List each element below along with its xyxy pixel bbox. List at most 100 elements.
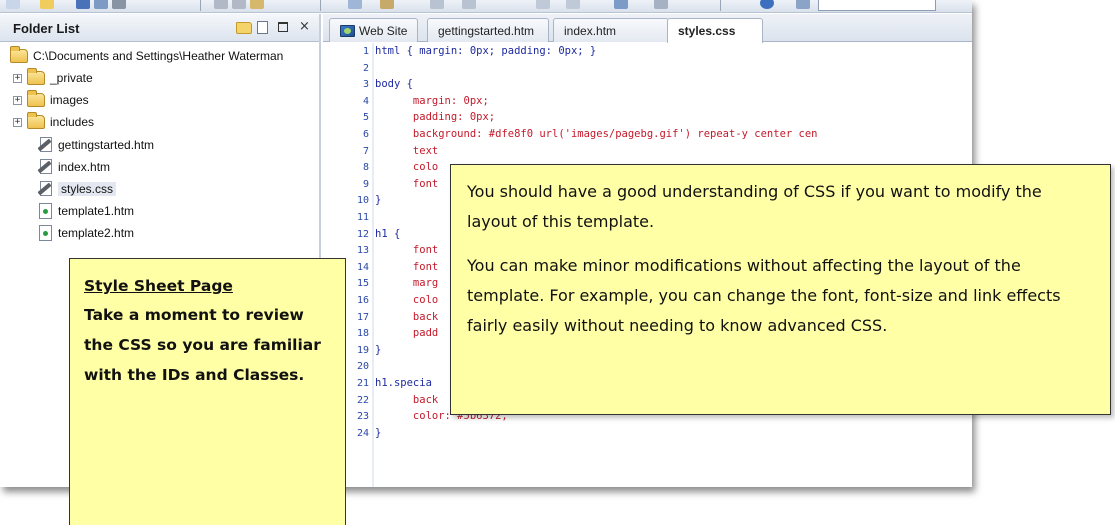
folder-icon [27, 90, 45, 107]
folder-icon [10, 46, 28, 63]
code-line: marg [375, 277, 439, 290]
line-number: 8 [362, 162, 369, 174]
tab-label: Web Site [359, 24, 408, 38]
code-line: font [375, 244, 439, 257]
line-number: 4 [362, 95, 369, 107]
toolbar-separator [720, 0, 721, 11]
line-number: 5 [362, 112, 369, 124]
folder-icon [27, 68, 45, 85]
code-line: font [375, 177, 439, 190]
tab-label: styles.css [678, 24, 736, 38]
toolbar-separator [320, 0, 321, 11]
code-line: padd [375, 327, 439, 340]
code-line: body { [375, 78, 413, 91]
paste-icon[interactable] [250, 0, 264, 9]
maximize-icon[interactable] [278, 22, 288, 32]
tree-item-gettingstarted[interactable]: gettingstarted.htm [37, 135, 154, 155]
line-number: 1 [362, 46, 369, 57]
document-tabs: Web Site gettingstarted.htm index.htm st… [323, 14, 972, 43]
expand-icon[interactable]: + [13, 73, 22, 83]
code-line: background: #dfe8f0 url('images/pagebg.g… [375, 128, 818, 140]
print-icon[interactable] [112, 0, 126, 9]
toolbar-dropdown[interactable] [818, 0, 936, 11]
tree-item-label: template2.htm [58, 226, 135, 240]
copy-icon[interactable] [232, 0, 246, 9]
tree-item-label: index.htm [58, 160, 111, 174]
publish-icon[interactable] [94, 0, 108, 9]
line-number: 2 [362, 62, 369, 74]
toolbar-separator [200, 0, 201, 11]
new-page-icon[interactable] [257, 21, 268, 34]
code-line: text [375, 144, 439, 157]
line-number: 13 [356, 245, 369, 257]
tree-item-template2[interactable]: template2.htm [39, 223, 134, 243]
folder-list-header: Folder List × [0, 14, 319, 42]
line-number: 11 [356, 212, 369, 223]
tab-web-site[interactable]: Web Site [329, 18, 419, 42]
tree-item-styles[interactable]: styles.css [37, 179, 117, 199]
folder-list-title: Folder List [13, 21, 80, 36]
insert-web-component-icon[interactable] [654, 0, 668, 9]
line-number: 10 [356, 195, 369, 207]
insert-layer-icon[interactable] [566, 0, 580, 9]
insert-hyperlink-icon[interactable] [614, 0, 628, 9]
tab-styles[interactable]: styles.css [667, 18, 763, 43]
tab-label: index.htm [564, 24, 617, 38]
css-file-icon [37, 181, 53, 197]
tab-index[interactable]: index.htm [553, 18, 669, 42]
line-number: 9 [362, 178, 369, 190]
callout-paragraph: You should have a good understanding of … [467, 182, 1042, 231]
code-line: font [375, 260, 439, 273]
tree-item-template1[interactable]: template1.htm [39, 201, 134, 221]
format-painter-icon[interactable] [380, 0, 394, 9]
close-icon[interactable]: × [299, 20, 310, 33]
tree-item-private[interactable]: + _private [13, 68, 93, 88]
new-folder-icon[interactable] [236, 22, 252, 34]
code-line: html { margin: 0px; padding: 0px; } [375, 45, 597, 57]
toolbar [0, 0, 972, 13]
code-line: back [375, 393, 439, 406]
code-line: h1 { [375, 227, 401, 240]
tree-item-root[interactable]: C:\Documents and Settings\Heather Waterm… [10, 46, 283, 66]
new-page-icon[interactable] [6, 0, 20, 9]
tree-item-label: includes [50, 115, 95, 129]
zoom-icon[interactable] [796, 0, 810, 9]
cut-icon[interactable] [214, 0, 228, 9]
line-number: 7 [362, 145, 369, 157]
template-file-icon [39, 225, 52, 241]
line-number: 6 [362, 129, 369, 140]
tab-gettingstarted[interactable]: gettingstarted.htm [427, 18, 549, 42]
callout-css-note: You should have a good understanding of … [450, 164, 1111, 415]
code-line: padding: 0px; [375, 111, 496, 124]
code-line: colo [375, 161, 439, 174]
tree-item-index[interactable]: index.htm [37, 157, 110, 177]
code-line: colo [375, 294, 439, 306]
redo-icon[interactable] [462, 0, 476, 9]
line-number: 12 [356, 228, 369, 240]
tree-item-label: gettingstarted.htm [58, 138, 155, 152]
code-line: } [375, 343, 382, 356]
callout-paragraph: You can make minor modifications without… [467, 256, 1061, 335]
html-file-icon [37, 159, 53, 175]
tree-item-label: styles.css [58, 182, 117, 196]
code-line: h1.specia [375, 377, 432, 389]
tree-item-images[interactable]: + images [13, 90, 89, 110]
help-icon[interactable] [760, 0, 774, 9]
tree-item-label: images [50, 93, 89, 107]
template-file-icon [39, 203, 52, 219]
line-number: 3 [362, 79, 369, 91]
save-icon[interactable] [76, 0, 90, 9]
undo-icon[interactable] [430, 0, 444, 9]
tab-label: gettingstarted.htm [438, 24, 535, 38]
code-line: } [375, 194, 382, 207]
open-folder-icon[interactable] [40, 0, 54, 9]
expand-icon[interactable]: + [13, 117, 22, 127]
insert-table-icon[interactable] [536, 0, 550, 9]
tree-item-includes[interactable]: + includes [13, 112, 94, 132]
expand-icon[interactable]: + [13, 95, 22, 105]
callout-body: Take a moment to review the CSS so you a… [84, 306, 321, 384]
callout-heading: Style Sheet Page [84, 277, 233, 295]
insert-image-icon[interactable] [348, 0, 362, 9]
web-site-icon [340, 25, 355, 37]
tree-item-label: template1.htm [58, 204, 135, 218]
